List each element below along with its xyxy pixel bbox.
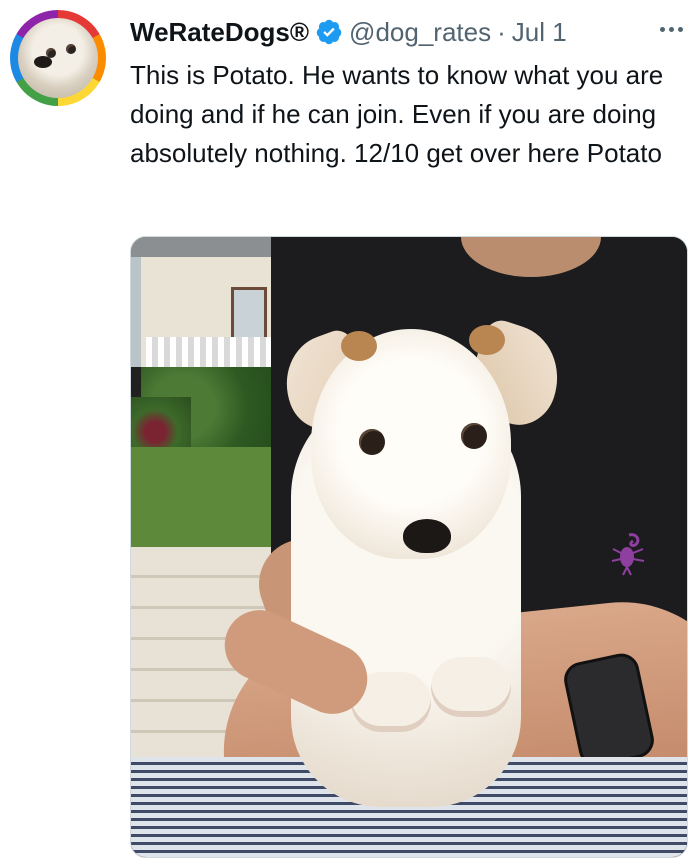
avatar-image bbox=[18, 18, 98, 98]
puppy-eye-left bbox=[359, 429, 385, 455]
avatar-nose bbox=[34, 56, 52, 68]
tweet-header: WeRateDogs® @dog_rates · Jul 1 bbox=[130, 14, 686, 50]
user-handle[interactable]: @dog_rates bbox=[349, 17, 491, 48]
puppy-ear-spot-right bbox=[469, 325, 505, 355]
avatar[interactable] bbox=[10, 10, 106, 106]
tweet-text: This is Potato. He wants to know what yo… bbox=[130, 60, 664, 168]
separator-dot: · bbox=[497, 16, 506, 47]
display-name[interactable]: WeRateDogs® bbox=[130, 17, 309, 48]
avatar-eye-right bbox=[66, 44, 76, 54]
verified-badge-icon bbox=[315, 18, 343, 46]
more-options-icon[interactable] bbox=[656, 14, 686, 44]
scorpion-logo-icon bbox=[611, 533, 645, 576]
tweet-photo[interactable] bbox=[130, 236, 688, 858]
puppy-paw-right bbox=[431, 657, 511, 717]
tweet-date[interactable]: Jul 1 bbox=[512, 17, 567, 48]
photo-porch-rail bbox=[146, 337, 276, 367]
puppy-eye-right bbox=[461, 423, 487, 449]
photo-roof bbox=[131, 237, 291, 257]
puppy-ear-spot-left bbox=[341, 331, 377, 361]
puppy-nose bbox=[403, 519, 451, 553]
